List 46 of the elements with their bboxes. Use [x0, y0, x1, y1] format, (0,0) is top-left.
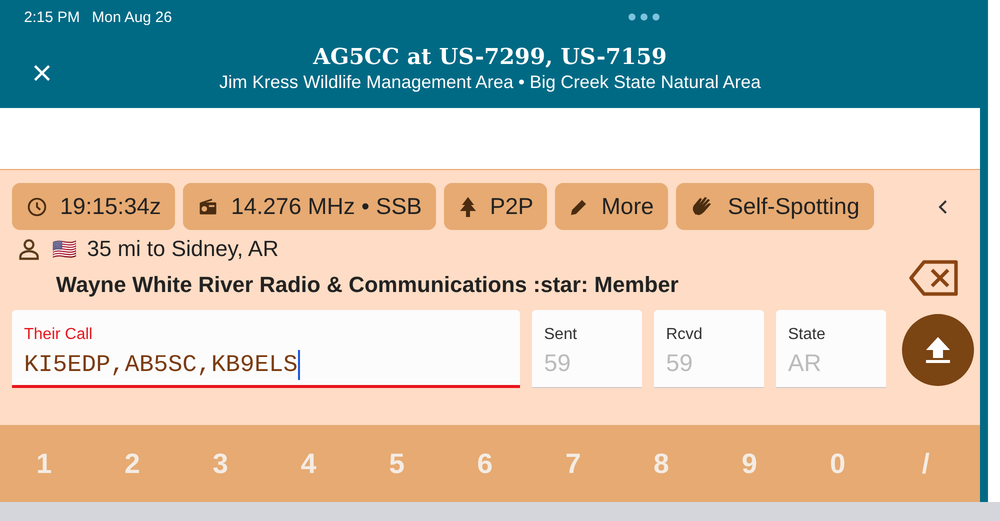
input-field[interactable]: State AR	[776, 310, 886, 388]
field-value: KI5EDP,AB5SC,KB9ELS	[24, 350, 301, 380]
keyboard-key[interactable]: 9	[719, 446, 780, 480]
keyboard-key[interactable]: 5	[366, 446, 427, 480]
chip-button[interactable]: 19:15:34z	[12, 183, 176, 230]
status-date: Mon Aug 26	[92, 8, 172, 26]
keyboard-key[interactable]: 0	[808, 446, 868, 480]
chip-button[interactable]: P2P	[444, 183, 548, 230]
keyboard-key[interactable]: 3	[190, 446, 250, 480]
field-label: Rcvd	[666, 326, 704, 344]
keyboard-key[interactable]: 4	[278, 446, 339, 480]
keyboard-key[interactable]: /	[896, 446, 956, 480]
window-subtitle: Jim Kress Wildlife Management Area • Big Creek State Natural Area	[219, 72, 761, 93]
chip-button[interactable]: 14.276 MHz • SSB	[183, 183, 436, 230]
window-title: AG5CC at US-7299, US-7159	[312, 44, 668, 70]
keyboard-key[interactable]: 1	[14, 446, 74, 480]
keyboard-key[interactable]: 6	[454, 446, 515, 480]
keyboard-key[interactable]: 8	[631, 446, 692, 480]
chevron-left-icon	[936, 198, 948, 214]
keyboard-key[interactable]: 2	[102, 446, 162, 480]
field-placeholder: 59	[544, 350, 572, 378]
more-dots-icon[interactable]	[628, 13, 660, 21]
status-time: 2:15 PM	[24, 8, 80, 26]
input-field[interactable]: Their Call KI5EDP,AB5SC,KB9ELS	[12, 310, 520, 388]
field-label: Sent	[544, 326, 578, 344]
chip-label: 19:15:34z	[60, 193, 162, 220]
distance-text: 35 mi to Sidney, AR	[87, 236, 279, 262]
field-label: State	[788, 326, 826, 344]
input-field[interactable]: Rcvd 59	[654, 310, 764, 388]
backspace-icon[interactable]	[908, 259, 960, 297]
operator-name: Wayne White River Radio & Communications :star: Member	[56, 272, 679, 298]
chip-label: More	[601, 193, 654, 220]
chip-label: 14.276 MHz • SSB	[231, 193, 422, 220]
chip-label: P2P	[490, 193, 534, 220]
field-label: Their Call	[24, 326, 94, 344]
keyboard-key[interactable]: 7	[543, 446, 604, 480]
clock-icon	[26, 196, 48, 218]
field-placeholder: AR	[788, 350, 822, 378]
tree-icon	[458, 196, 478, 218]
flag-emoji: 🇺🇸	[52, 238, 77, 262]
input-field[interactable]: Sent 59	[532, 310, 642, 388]
field-placeholder: 59	[666, 350, 694, 378]
chip-label: Self-Spotting	[728, 193, 860, 220]
close-icon[interactable]	[33, 64, 51, 82]
chip-button[interactable]: More	[555, 183, 668, 230]
chip-button[interactable]: Self-Spotting	[676, 183, 874, 230]
